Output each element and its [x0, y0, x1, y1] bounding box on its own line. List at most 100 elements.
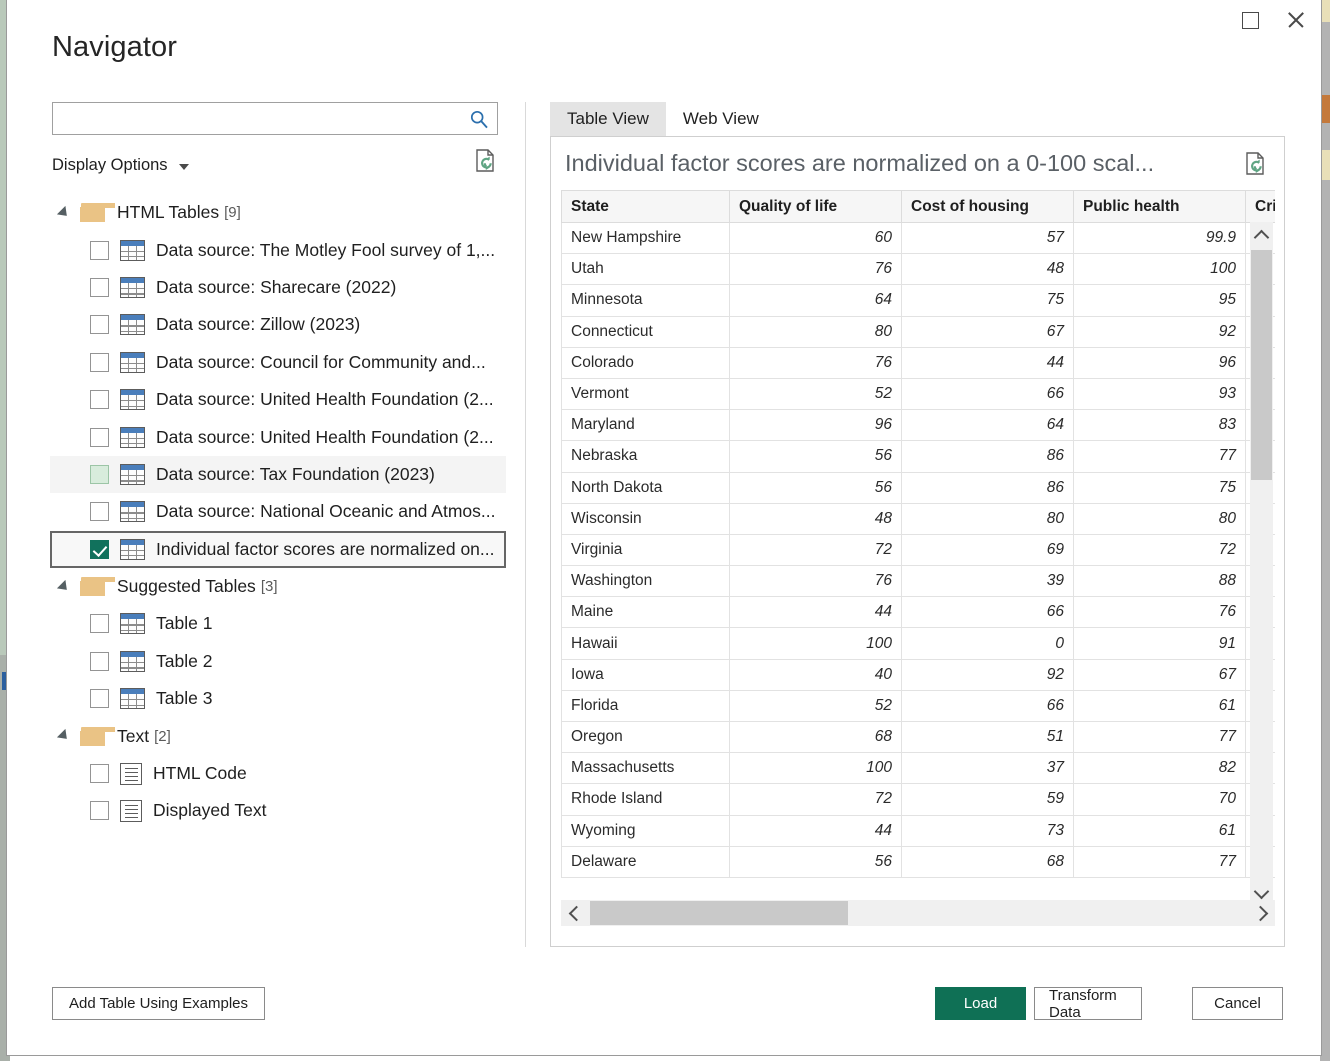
cell-value[interactable]: 61 — [1073, 689, 1246, 723]
table-row[interactable]: Florida 52 66 61 — [561, 689, 1275, 723]
cell-value[interactable]: 80 — [901, 502, 1074, 535]
item-checkbox[interactable] — [90, 390, 109, 410]
triangle-expanded-icon[interactable] — [56, 729, 72, 744]
cell-state[interactable]: Maryland — [561, 409, 730, 442]
horizontal-scrollbar-thumb[interactable] — [590, 901, 848, 925]
cell-state[interactable]: North Dakota — [561, 471, 730, 504]
add-table-using-examples-button[interactable]: Add Table Using Examples — [52, 987, 265, 1020]
cell-value[interactable]: 96 — [1073, 346, 1246, 379]
table-row[interactable]: North Dakota 56 86 75 — [561, 471, 1275, 504]
column-header[interactable]: Quality of life — [729, 190, 902, 223]
cell-value[interactable]: 56 — [729, 440, 902, 473]
cell-value[interactable]: 40 — [729, 658, 902, 691]
cell-value[interactable]: 68 — [729, 720, 902, 754]
table-row[interactable]: Iowa 40 92 67 — [561, 658, 1275, 691]
cell-value[interactable]: 92 — [901, 658, 1074, 691]
table-row[interactable]: Connecticut 80 67 92 — [561, 315, 1275, 348]
cell-value[interactable]: 67 — [1073, 658, 1246, 691]
cell-state[interactable]: Connecticut — [561, 315, 730, 348]
cell-state[interactable]: Hawaii — [561, 627, 730, 660]
cell-value[interactable]: 75 — [1073, 471, 1246, 504]
load-button[interactable]: Load — [935, 987, 1026, 1020]
table-row[interactable]: Hawaii 100 0 91 — [561, 627, 1275, 660]
list-item[interactable]: Individual factor scores are normalized … — [50, 530, 506, 568]
close-button[interactable] — [1273, 0, 1319, 40]
search-icon[interactable] — [469, 109, 489, 129]
cell-value[interactable]: 67 — [901, 315, 1074, 348]
cell-state[interactable]: Utah — [561, 253, 730, 286]
cell-value[interactable]: 61 — [1073, 814, 1246, 847]
tree-group-suggested-tables[interactable]: Suggested Tables [3] — [50, 568, 506, 605]
cell-value[interactable]: 88 — [1073, 565, 1246, 598]
list-item[interactable]: Data source: Sharecare (2022) — [50, 269, 506, 306]
cell-value[interactable]: 59 — [901, 783, 1074, 816]
cell-value[interactable]: 66 — [901, 596, 1074, 629]
cell-value[interactable]: 100 — [729, 752, 902, 785]
transform-data-button[interactable]: Transform Data — [1034, 987, 1142, 1021]
cell-value[interactable]: 86 — [901, 471, 1074, 504]
item-checkbox[interactable] — [90, 240, 109, 260]
item-checkbox[interactable] — [90, 427, 109, 447]
cell-value[interactable]: 96 — [729, 409, 902, 442]
cell-value[interactable]: 0 — [901, 627, 1074, 660]
cell-value[interactable]: 76 — [729, 565, 902, 598]
cell-state[interactable]: Iowa — [561, 658, 730, 691]
item-checkbox[interactable] — [90, 315, 109, 335]
cell-value[interactable]: 52 — [729, 377, 902, 411]
list-item[interactable]: Data source: Zillow (2023) — [50, 306, 506, 343]
tree-group-html-tables[interactable]: HTML Tables [9] — [50, 194, 506, 231]
cell-value[interactable]: 86 — [901, 440, 1074, 473]
cell-value[interactable]: 72 — [1073, 533, 1246, 567]
cell-value[interactable]: 75 — [901, 284, 1074, 317]
cell-value[interactable]: 44 — [729, 814, 902, 847]
triangle-expanded-icon[interactable] — [56, 579, 72, 594]
list-item[interactable]: Data source: United Health Foundation (2… — [50, 381, 506, 418]
cell-value[interactable]: 73 — [901, 814, 1074, 847]
table-row[interactable]: Oregon 68 51 77 — [561, 720, 1275, 754]
item-checkbox[interactable] — [90, 502, 109, 522]
item-checkbox[interactable] — [90, 277, 109, 297]
cell-value[interactable]: 52 — [729, 689, 902, 723]
cell-value[interactable]: 57 — [901, 221, 1074, 255]
tables-tree[interactable]: HTML Tables [9] Data source: The Motley Fo… — [50, 194, 506, 934]
list-item[interactable]: HTML Code — [50, 755, 506, 792]
display-options-label[interactable]: Display Options — [52, 156, 168, 175]
cell-value[interactable]: 77 — [1073, 720, 1246, 754]
cell-state[interactable]: Delaware — [561, 845, 730, 878]
column-header[interactable]: State — [561, 190, 730, 223]
cell-value[interactable]: 66 — [901, 689, 1074, 723]
list-item[interactable]: Data source: United Health Foundation (2… — [50, 418, 506, 455]
cell-value[interactable]: 64 — [729, 284, 902, 317]
item-checkbox[interactable] — [90, 352, 109, 372]
cell-value[interactable]: 76 — [729, 346, 902, 379]
cell-value[interactable]: 39 — [901, 565, 1074, 598]
table-row[interactable]: Wisconsin 48 80 80 — [561, 502, 1275, 535]
refresh-page-icon[interactable] — [474, 148, 498, 174]
table-row[interactable]: Delaware 56 68 77 — [561, 845, 1275, 878]
table-row[interactable]: New Hampshire 60 57 99.9 — [561, 221, 1275, 255]
tab-table-view[interactable]: Table View — [550, 102, 666, 136]
chevron-down-icon[interactable] — [178, 163, 189, 170]
cell-state[interactable]: Wisconsin — [561, 502, 730, 535]
cell-value[interactable]: 92 — [1073, 315, 1246, 348]
cancel-button[interactable]: Cancel — [1192, 987, 1283, 1020]
tree-group-text[interactable]: Text [2] — [50, 717, 506, 754]
restore-window-button[interactable] — [1227, 0, 1273, 40]
cell-state[interactable]: Virginia — [561, 533, 730, 567]
column-header[interactable]: Public health — [1073, 190, 1246, 223]
list-item[interactable]: Displayed Text — [50, 792, 506, 829]
item-checkbox[interactable] — [90, 764, 109, 784]
table-row[interactable]: Minnesota 64 75 95 — [561, 284, 1275, 317]
cell-value[interactable]: 95 — [1073, 284, 1246, 317]
cell-value[interactable]: 100 — [1073, 253, 1246, 286]
column-header[interactable]: Crime — [1245, 190, 1275, 223]
cell-state[interactable]: Massachusetts — [561, 752, 730, 785]
cell-value[interactable]: 72 — [729, 533, 902, 567]
cell-state[interactable]: Rhode Island — [561, 783, 730, 816]
table-row[interactable]: Utah 76 48 100 — [561, 253, 1275, 286]
list-item[interactable]: Table 1 — [50, 605, 506, 642]
data-grid[interactable]: State Quality of life Cost of housing Publi… — [561, 190, 1275, 906]
cell-value[interactable]: 82 — [1073, 752, 1246, 785]
cell-value[interactable]: 56 — [729, 845, 902, 878]
cell-state[interactable]: Maine — [561, 596, 730, 629]
